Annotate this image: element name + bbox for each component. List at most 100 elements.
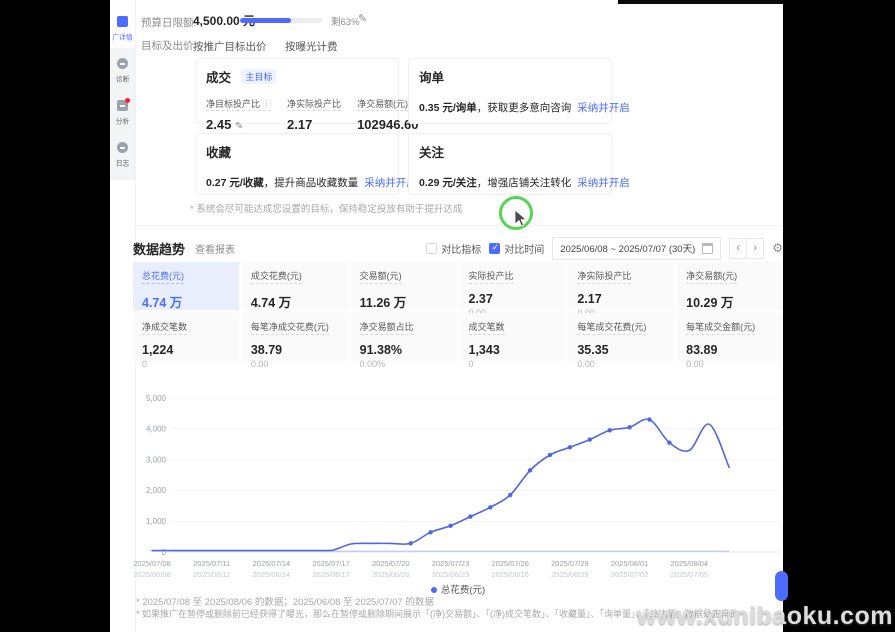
metric-compare-value: 0.00 [686, 359, 774, 369]
svg-text:2025/07/23: 2025/07/23 [432, 559, 470, 568]
app-content: 广详情诊断分析日志 预算日限额: 4,500.00 元 剩63% ✎ 目标及出价… [110, 0, 783, 632]
goal-card-inquiry: 询单 0.35 元/询单，获取更多意向咨询采纳并开启 [408, 58, 612, 124]
svg-text:2025/07/29: 2025/07/29 [551, 559, 589, 568]
sidebar-item-label: 诊断 [112, 76, 133, 85]
checkbox-icon[interactable] [489, 243, 500, 254]
goal-card-favorite: 收藏 0.27 元/收藏，提升商品收藏数量采纳并开启 [195, 133, 399, 195]
target-option-2[interactable]: 按曝光计费 [285, 41, 338, 53]
metric-value: 1,343 [469, 343, 557, 357]
sidebar-item-4[interactable]: 日志 [110, 140, 135, 169]
trend-header: 数据趋势 查看报表 对比指标 对比时间 2025/06/08 ~ 2025/07… [133, 236, 783, 260]
compare-time-checkbox[interactable]: 对比时间 [489, 241, 544, 256]
metric-tile-5[interactable]: 净实际投产比2.170.00 [568, 262, 674, 310]
goal-card-title: 收藏 [206, 142, 231, 161]
edit-roi-icon[interactable]: ✎ [235, 121, 243, 132]
metric-compare-value: 0 [142, 359, 230, 369]
budget-progress-fill [240, 18, 291, 23]
metric-label: 净交易额(元) [686, 269, 737, 284]
target-label: 目标及出价: [141, 38, 196, 53]
main-goal-badge: 主目标 [241, 69, 276, 84]
goal-card-deal: 成交 主目标 净目标投产比 ⓘ 2.45 ✎ 净实际投产比 2.17 净交易额(… [195, 58, 399, 124]
metric-value: 4.74 万 [251, 292, 339, 311]
legend-marker-icon [431, 587, 437, 593]
metric-label: 净实际投产比 [577, 269, 631, 284]
goal-card-title: 询单 [419, 67, 444, 86]
metric-compare-value: 0.00 [577, 359, 665, 369]
metric-tile-11[interactable]: 每笔成交花费(元)35.350.00 [568, 313, 674, 361]
metric-label: 每笔成交金额(元) [686, 320, 755, 335]
adopt-enable-link[interactable]: 采纳并开启 [577, 177, 630, 189]
budget-remaining: 剩63% [331, 14, 360, 28]
svg-text:2025/07/14: 2025/07/14 [253, 559, 291, 568]
svg-text:2025/07/17: 2025/07/17 [312, 559, 350, 568]
metric-tile-10[interactable]: 成交笔数1,3430 [460, 313, 566, 361]
metric-tile-1[interactable]: 总花费(元)4.74 万0.00 [133, 262, 239, 310]
sidebar-item-label: 日志 [112, 160, 133, 169]
metric-value: 2.17 [577, 292, 665, 306]
budget-label: 预算日限额: [141, 17, 196, 29]
date-range-value: 2025/06/08 ~ 2025/07/07 (30天) [560, 241, 695, 255]
svg-text:2025/07/26: 2025/07/26 [491, 559, 529, 568]
metric-tile-2[interactable]: 成交花费(元)4.74 万0.00 [242, 262, 348, 310]
checkbox-icon[interactable] [426, 243, 437, 254]
metric-value: 35.35 [577, 343, 665, 357]
legend-label: 总花费(元) [441, 585, 485, 596]
metric-compare-value: 0.00% [360, 359, 448, 369]
prev-period-button[interactable]: ‹ [729, 238, 747, 259]
metric-tile-3[interactable]: 交易额(元)11.26 万0.00 [351, 262, 457, 310]
goal-card-title: 成交 [206, 67, 231, 86]
svg-text:1,000: 1,000 [146, 517, 167, 526]
metric-tile-7[interactable]: 净成交笔数1,2240 [133, 313, 239, 361]
promo-detail-icon [117, 16, 128, 27]
compare-metric-label: 对比指标 [441, 241, 481, 256]
svg-text:2025/06/14: 2025/06/14 [253, 570, 291, 579]
sidebar-item-1[interactable]: 广详情 [110, 14, 135, 43]
metric-tile-9[interactable]: 净交易额占比91.38%0.00% [351, 313, 457, 361]
view-report-link[interactable]: 查看报表 [195, 241, 235, 256]
cursor-icon [514, 209, 528, 228]
metric-value: 10.29 万 [686, 292, 774, 311]
svg-text:2025/06/29: 2025/06/29 [551, 570, 589, 579]
metric-label: 每笔成交花费(元) [577, 320, 646, 335]
metric-value: 2.37 [469, 292, 557, 306]
metric-value: 38.79 [251, 343, 339, 357]
metric-value: 1,224 [142, 343, 230, 357]
metric-tile-12[interactable]: 每笔成交金额(元)83.890.00 [677, 313, 783, 361]
goal-footnote: * 系统会尽可能达成您设置的目标，保持稳定投放有助于提升达成 [190, 201, 462, 215]
compare-metric-checkbox[interactable]: 对比指标 [426, 241, 481, 256]
next-period-button[interactable]: › [746, 238, 764, 259]
budget-edit-icon[interactable]: ✎ [358, 12, 367, 25]
svg-text:4,000: 4,000 [146, 425, 167, 434]
svg-text:2025/07/02: 2025/07/02 [611, 570, 649, 579]
metric-tile-6[interactable]: 净交易额(元)10.29 万0.00 [677, 262, 783, 310]
metric-label: 净成交笔数 [142, 320, 187, 335]
sidebar-item-3[interactable]: 分析 [110, 98, 135, 127]
trend-line-chart[interactable]: 5,0004,0003,0002,0001,00002025/07/082025… [133, 386, 783, 582]
trend-metrics-grid: 总花费(元)4.74 万0.00成交花费(元)4.74 万0.00 交易额(元) 1… [133, 262, 783, 361]
svg-text:2025/06/26: 2025/06/26 [491, 570, 529, 579]
metric-tile-8[interactable]: 每笔净成交花费(元)38.790.00 [242, 313, 348, 361]
metric-value: 11.26 万 [360, 292, 448, 311]
metric-value: 4.74 万 [142, 292, 230, 311]
svg-text:2025/06/11: 2025/06/11 [193, 570, 230, 579]
metric-label: 成交笔数 [469, 320, 505, 335]
info-icon: ⓘ [263, 99, 272, 109]
floating-handle[interactable] [775, 571, 788, 601]
goal-metric-2: 净实际投产比 2.17 [287, 94, 341, 132]
date-range-picker[interactable]: 2025/06/08 ~ 2025/07/07 (30天) [552, 237, 721, 260]
adopt-enable-link[interactable]: 采纳并开启 [577, 102, 630, 114]
svg-text:2025/07/05: 2025/07/05 [671, 570, 709, 579]
sidebar-item-2[interactable]: 诊断 [110, 56, 135, 85]
goal-card-follow: 关注 0.29 元/关注，增强店铺关注转化采纳并开启 [408, 133, 612, 195]
metric-label: 实际投产比 [469, 269, 514, 284]
svg-text:5,000: 5,000 [146, 394, 167, 403]
settings-gear-icon[interactable]: ⚙ [772, 241, 783, 255]
svg-text:0: 0 [162, 548, 167, 557]
section-divider [133, 225, 783, 226]
compare-time-label: 对比时间 [504, 241, 544, 256]
metric-label: 交易额(元) [360, 269, 402, 284]
target-option-1[interactable]: 按推广目标出价 [193, 41, 267, 53]
svg-text:2025/06/20: 2025/06/20 [372, 570, 410, 579]
diagnosis-icon [117, 58, 128, 69]
metric-tile-4[interactable]: 实际投产比2.370.00 [460, 262, 566, 310]
